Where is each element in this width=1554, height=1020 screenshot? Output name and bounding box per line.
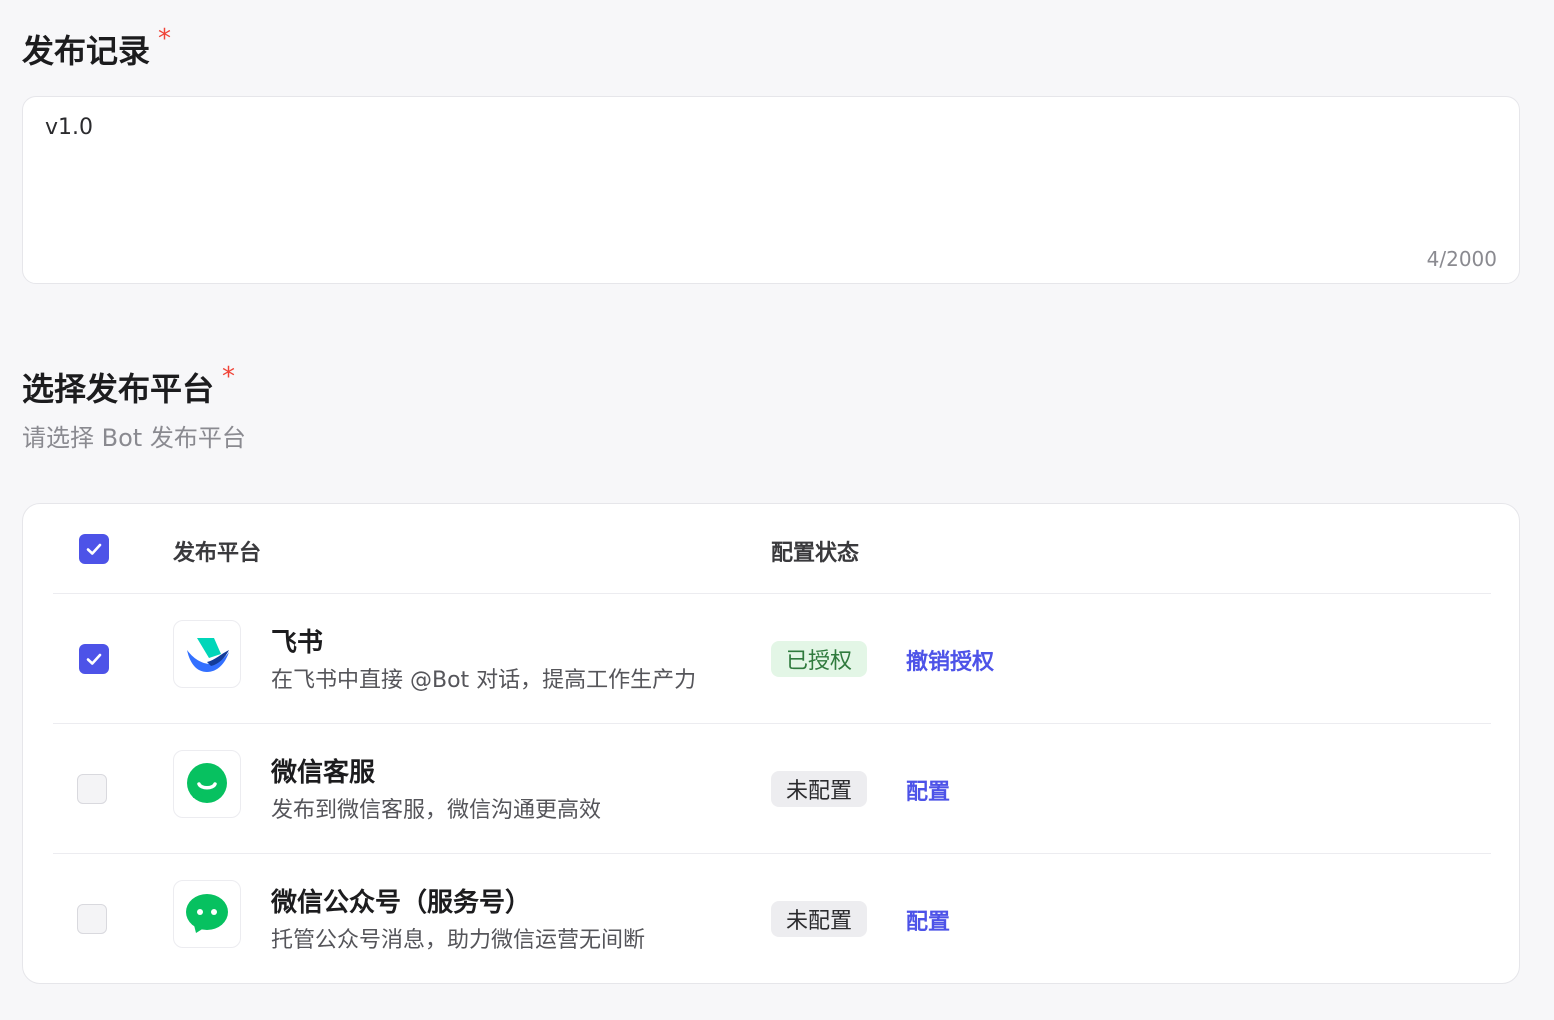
revoke-authorization-link[interactable]: 撤销授权 — [906, 644, 994, 676]
platform-description: 在飞书中直接 @Bot 对话，提高工作生产力 — [271, 668, 697, 693]
table-row-wechat-official-account: 微信公众号（服务号） 托管公众号消息，助力微信运营无间断 未配置 配置 — [53, 854, 1491, 984]
check-icon — [86, 543, 102, 555]
column-header-status: 配置状态 — [771, 541, 860, 566]
configure-link[interactable]: 配置 — [906, 774, 950, 806]
row-checkbox-wechat-official-account[interactable] — [77, 904, 107, 934]
select-all-checkbox[interactable] — [79, 533, 109, 564]
platform-name: 飞书 — [271, 628, 324, 658]
check-icon — [86, 653, 102, 665]
table-row-wechat-customer-service: 微信客服 发布到微信客服，微信沟通更高效 未配置 配置 — [53, 724, 1491, 854]
configure-link[interactable]: 配置 — [906, 904, 950, 936]
platform-table: 发布平台 配置状态 飞书 在飞书中直接 @Bot 对话，提高工作生产力 已授权 … — [22, 503, 1520, 984]
release-notes-value: v1.0 — [45, 115, 94, 140]
platform-section-title: 选择发布平台 * — [22, 364, 235, 410]
release-notes-textarea[interactable]: v1.0 4/2000 — [22, 96, 1520, 284]
status-badge-unconfigured: 未配置 — [771, 901, 868, 937]
column-header-platform: 发布平台 — [173, 541, 262, 566]
table-header: 发布平台 配置状态 — [53, 504, 1491, 594]
status-badge-authorized: 已授权 — [771, 641, 868, 677]
wechat-customer-service-icon — [173, 750, 241, 818]
record-section-title: 发布记录 * — [22, 26, 171, 72]
char-counter: 4/2000 — [1426, 247, 1497, 271]
wechat-official-account-icon — [173, 880, 241, 948]
row-checkbox-wechat-customer-service[interactable] — [77, 773, 107, 804]
required-mark: * — [158, 24, 172, 54]
platform-name: 微信公众号（服务号） — [271, 888, 532, 918]
table-row-feishu: 飞书 在飞书中直接 @Bot 对话，提高工作生产力 已授权 撤销授权 — [53, 594, 1491, 724]
platform-title-text: 选择发布平台 — [22, 370, 215, 408]
feishu-icon — [173, 620, 241, 688]
row-checkbox-feishu[interactable] — [79, 643, 109, 674]
platform-description: 发布到微信客服，微信沟通更高效 — [271, 798, 602, 823]
status-badge-unconfigured: 未配置 — [771, 771, 868, 807]
record-title-text: 发布记录 — [22, 32, 151, 70]
publish-page: 发布记录 * v1.0 4/2000 选择发布平台 * 请选择 Bot 发布平台… — [0, 0, 1554, 1020]
platform-subtitle: 请选择 Bot 发布平台 — [22, 424, 246, 452]
platform-name: 微信客服 — [271, 758, 376, 788]
required-mark: * — [222, 362, 236, 392]
platform-description: 托管公众号消息，助力微信运营无间断 — [271, 928, 646, 953]
